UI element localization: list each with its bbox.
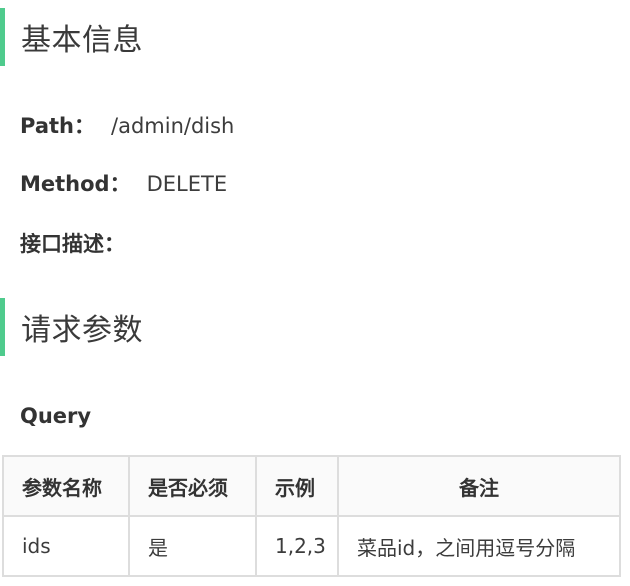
method-value: DELETE bbox=[146, 172, 228, 196]
section-heading-basic-info: 基本信息 bbox=[0, 8, 143, 66]
path-value: /admin/dish bbox=[111, 114, 235, 138]
cell-example: 1,2,3 bbox=[255, 515, 339, 577]
cell-required: 是 bbox=[128, 515, 257, 577]
query-params-table: 参数名称 是否必须 示例 备注 ids 是 1,2,3 菜品id，之间用逗号分隔 bbox=[2, 455, 621, 577]
section-accent-bar bbox=[0, 298, 5, 356]
section-heading-request-params: 请求参数 bbox=[0, 298, 143, 356]
table-row: ids 是 1,2,3 菜品id，之间用逗号分隔 bbox=[2, 515, 621, 577]
method-row: Method： DELETE bbox=[20, 168, 227, 198]
description-label: 接口描述： bbox=[20, 232, 125, 256]
header-remark: 备注 bbox=[337, 455, 621, 517]
path-row: Path： /admin/dish bbox=[20, 110, 234, 140]
cell-param-name: ids bbox=[2, 515, 130, 577]
method-label: Method： bbox=[20, 172, 131, 196]
description-row: 接口描述： bbox=[20, 228, 125, 258]
cell-remark: 菜品id，之间用逗号分隔 bbox=[337, 515, 621, 577]
header-example: 示例 bbox=[255, 455, 339, 517]
query-label: Query bbox=[20, 404, 92, 428]
header-param-name: 参数名称 bbox=[2, 455, 130, 517]
section-accent-bar bbox=[0, 8, 5, 66]
section-title: 基本信息 bbox=[21, 23, 143, 58]
header-required: 是否必须 bbox=[128, 455, 257, 517]
section-title: 请求参数 bbox=[21, 313, 143, 348]
path-label: Path： bbox=[20, 114, 95, 138]
table-header-row: 参数名称 是否必须 示例 备注 bbox=[2, 455, 621, 517]
